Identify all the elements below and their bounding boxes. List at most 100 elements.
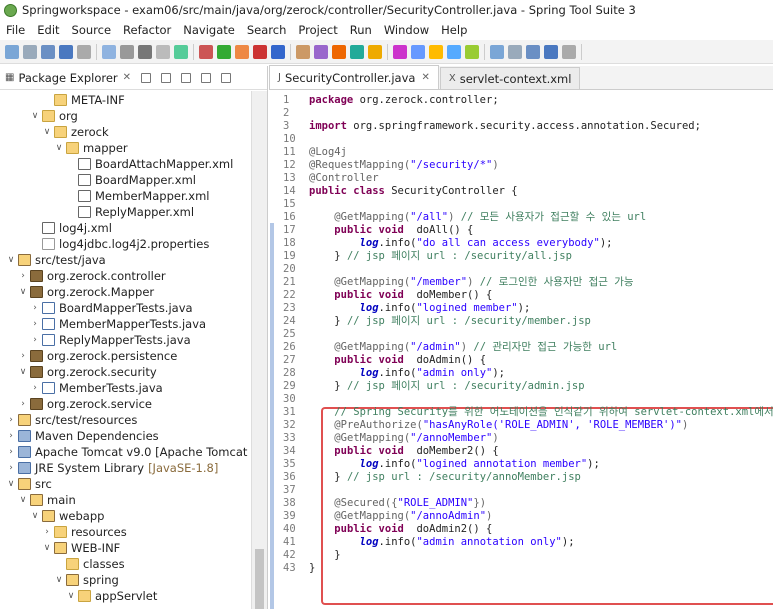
tree-item[interactable]: ∨ WEB-INF (0, 540, 121, 556)
collapsed-chevron-icon[interactable]: › (6, 415, 16, 425)
collapsed-chevron-icon[interactable]: › (6, 463, 16, 473)
toolbar-tool-icon[interactable] (411, 44, 425, 59)
toolbar-tool-icon[interactable] (490, 44, 504, 59)
close-icon[interactable]: ✕ (123, 72, 131, 83)
tree-item[interactable]: log4j.xml (0, 220, 112, 236)
collapsed-chevron-icon[interactable]: › (30, 335, 40, 345)
toolbar-tool-icon[interactable] (296, 44, 310, 59)
close-tab-icon[interactable]: ✕ (421, 72, 429, 83)
toolbar-tool-icon[interactable] (138, 44, 152, 59)
tree-item[interactable]: › ReplyMapperTests.java (0, 332, 190, 348)
toolbar-tool-icon[interactable] (23, 44, 37, 59)
tree-item[interactable]: BoardAttachMapper.xml (0, 156, 233, 172)
tree-item[interactable]: MemberMapper.xml (0, 188, 209, 204)
menu-navigate[interactable]: Navigate (177, 23, 241, 37)
menu-edit[interactable]: Edit (31, 23, 65, 37)
expanded-chevron-icon[interactable]: ∨ (18, 495, 28, 505)
menu-run[interactable]: Run (344, 23, 378, 37)
toolbar-tool-icon[interactable] (156, 44, 170, 59)
tree-item[interactable]: ∨ org.zerock.security (0, 364, 157, 380)
editor-tab[interactable]: J SecurityController.java ✕ (269, 65, 439, 89)
tree-item[interactable]: ∨ src/test/java (0, 252, 106, 268)
toolbar-tool-icon[interactable] (174, 44, 188, 59)
tree-item[interactable]: › org.zerock.persistence (0, 348, 177, 364)
menu-window[interactable]: Window (378, 23, 435, 37)
tree-item[interactable]: ∨ main (0, 492, 76, 508)
package-explorer-title[interactable]: Package Explorer (18, 71, 117, 85)
expanded-chevron-icon[interactable]: ∨ (6, 255, 16, 265)
link-editor-icon[interactable] (161, 72, 172, 83)
tree-item[interactable]: ∨ mapper (0, 140, 128, 156)
expanded-chevron-icon[interactable]: ∨ (18, 287, 28, 297)
expanded-chevron-icon[interactable]: ∨ (18, 367, 28, 377)
menu-refactor[interactable]: Refactor (117, 23, 177, 37)
collapsed-chevron-icon[interactable]: › (30, 319, 40, 329)
tree-item[interactable]: › org.zerock.controller (0, 268, 165, 284)
tree-item[interactable]: ∨ spring (0, 572, 119, 588)
toolbar-tool-icon[interactable] (368, 44, 382, 59)
collapsed-chevron-icon[interactable]: › (30, 383, 40, 393)
toolbar-tool-icon[interactable] (429, 44, 443, 59)
toolbar-tool-icon[interactable] (77, 44, 91, 59)
tree-item[interactable]: › BoardMapperTests.java (0, 300, 192, 316)
toolbar-tool-icon[interactable] (332, 44, 346, 59)
expanded-chevron-icon[interactable]: ∨ (30, 111, 40, 121)
tree-item[interactable]: ∨ org.zerock.Mapper (0, 284, 154, 300)
collapsed-chevron-icon[interactable]: › (30, 303, 40, 313)
expanded-chevron-icon[interactable]: ∨ (30, 511, 40, 521)
tree-item[interactable]: classes (0, 556, 125, 572)
toolbar-tool-icon[interactable] (120, 44, 134, 59)
toolbar-tool-icon[interactable] (447, 44, 461, 59)
maximize-icon[interactable] (221, 72, 232, 83)
tree-item[interactable]: › Apache Tomcat v9.0 [Apache Tomcat v9. (0, 444, 252, 460)
tree-item[interactable]: › MemberMapperTests.java (0, 316, 206, 332)
collapse-all-icon[interactable] (141, 72, 152, 83)
toolbar-tool-icon[interactable] (526, 44, 540, 59)
toolbar-tool-icon[interactable] (217, 44, 231, 59)
tree-item[interactable]: › org.zerock.service (0, 396, 152, 412)
minimize-icon[interactable] (201, 72, 212, 83)
scrollbar-thumb[interactable] (255, 549, 264, 609)
tree-item[interactable]: BoardMapper.xml (0, 172, 196, 188)
toolbar-tool-icon[interactable] (235, 44, 249, 59)
tree-item[interactable]: ∨ org (0, 108, 78, 124)
toolbar-tool-icon[interactable] (508, 44, 522, 59)
toolbar-tool-icon[interactable] (59, 44, 73, 59)
menu-source[interactable]: Source (66, 23, 118, 37)
menu-search[interactable]: Search (241, 23, 293, 37)
collapsed-chevron-icon[interactable]: › (42, 527, 52, 537)
toolbar-tool-icon[interactable] (5, 44, 19, 59)
menu-file[interactable]: File (0, 23, 31, 37)
tree-item[interactable]: › MemberTests.java (0, 380, 163, 396)
toolbar-tool-icon[interactable] (102, 44, 116, 59)
menu-project[interactable]: Project (292, 23, 343, 37)
tree-item[interactable]: log4jdbc.log4j2.properties (0, 236, 209, 252)
toolbar-tool-icon[interactable] (562, 44, 576, 59)
code-editor[interactable]: 1 package org.zerock.controller; 2 3 import … (269, 91, 773, 609)
tree-scrollbar[interactable] (251, 91, 267, 609)
tree-item[interactable]: › Maven Dependencies (0, 428, 158, 444)
editor-tab[interactable]: Xservlet-context.xml (439, 67, 581, 89)
collapsed-chevron-icon[interactable]: › (18, 271, 28, 281)
expanded-chevron-icon[interactable]: ∨ (6, 479, 16, 489)
tree-item[interactable]: ReplyMapper.xml (0, 204, 194, 220)
expanded-chevron-icon[interactable]: ∨ (54, 143, 64, 153)
toolbar-tool-icon[interactable] (199, 44, 213, 59)
toolbar-tool-icon[interactable] (314, 44, 328, 59)
tree-item[interactable]: ∨ zerock (0, 124, 109, 140)
collapsed-chevron-icon[interactable]: › (18, 399, 28, 409)
collapsed-chevron-icon[interactable]: › (6, 431, 16, 441)
toolbar-tool-icon[interactable] (393, 44, 407, 59)
expanded-chevron-icon[interactable]: ∨ (42, 543, 52, 553)
tree-item[interactable]: ∨ src (0, 476, 52, 492)
toolbar-tool-icon[interactable] (41, 44, 55, 59)
toolbar-tool-icon[interactable] (253, 44, 267, 59)
expanded-chevron-icon[interactable]: ∨ (42, 127, 52, 137)
view-menu-icon[interactable] (181, 72, 192, 83)
expanded-chevron-icon[interactable]: ∨ (66, 591, 76, 601)
tree-item[interactable]: ∨ webapp (0, 508, 105, 524)
menu-help[interactable]: Help (435, 23, 473, 37)
collapsed-chevron-icon[interactable]: › (6, 447, 16, 457)
expanded-chevron-icon[interactable]: ∨ (54, 575, 64, 585)
tree-item[interactable]: META-INF (0, 92, 125, 108)
